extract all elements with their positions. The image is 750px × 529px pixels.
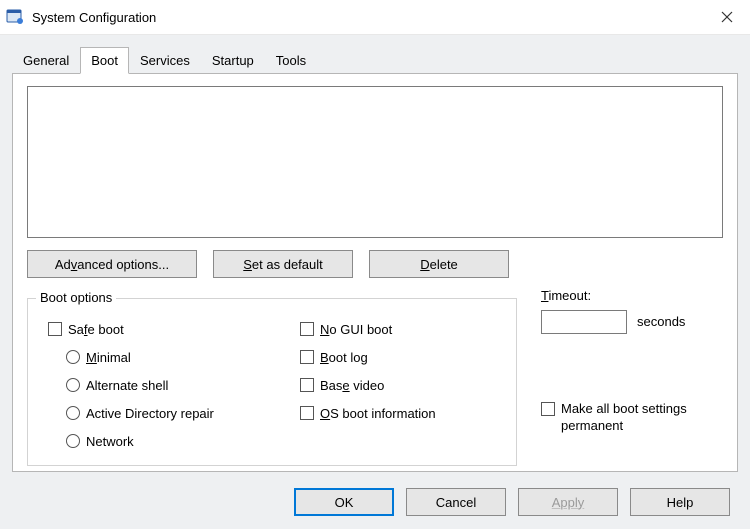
close-button[interactable] <box>704 0 750 34</box>
checkbox-icon <box>541 402 555 416</box>
dialog-client: General Boot Services Startup Tools Adva… <box>0 35 750 529</box>
tab-tools[interactable]: Tools <box>265 48 317 73</box>
tab-services[interactable]: Services <box>129 48 201 73</box>
dialog-buttons: OK Cancel Apply Help <box>294 488 730 516</box>
active-directory-repair-radio[interactable]: Active Directory repair <box>66 399 278 427</box>
apply-button[interactable]: Apply <box>518 488 618 516</box>
timeout-label: Timeout: <box>541 288 591 303</box>
network-radio[interactable]: Network <box>66 427 278 455</box>
base-video-checkbox[interactable]: Base video <box>300 371 510 399</box>
help-button[interactable]: Help <box>630 488 730 516</box>
app-icon <box>6 8 24 26</box>
boot-options-group: Boot options Safe boot Minimal Alternate… <box>27 298 517 466</box>
minimal-radio[interactable]: Minimal <box>66 343 278 371</box>
radio-icon <box>66 406 80 420</box>
cancel-button[interactable]: Cancel <box>406 488 506 516</box>
safe-boot-checkbox[interactable]: Safe boot <box>48 315 278 343</box>
tab-boot[interactable]: Boot <box>80 47 129 74</box>
timeout-input[interactable] <box>541 310 627 334</box>
tab-strip: General Boot Services Startup Tools <box>12 47 738 73</box>
boot-log-checkbox[interactable]: Boot log <box>300 343 510 371</box>
checkbox-icon <box>300 350 314 364</box>
make-permanent-checkbox[interactable]: Make all boot settings permanent <box>541 400 731 434</box>
tab-startup[interactable]: Startup <box>201 48 265 73</box>
radio-icon <box>66 378 80 392</box>
checkbox-icon <box>48 322 62 336</box>
set-as-default-button[interactable]: Set as default <box>213 250 353 278</box>
timeout-unit-label: seconds <box>637 314 685 329</box>
os-boot-info-checkbox[interactable]: OS boot information <box>300 399 510 427</box>
boot-options-legend: Boot options <box>36 290 116 305</box>
no-gui-boot-checkbox[interactable]: No GUI boot <box>300 315 510 343</box>
radio-icon <box>66 350 80 364</box>
tab-general[interactable]: General <box>12 48 80 73</box>
boot-options-col2: No GUI boot Boot log Base video OS boot … <box>300 315 510 427</box>
boot-options-col1: Safe boot Minimal Alternate shell Active… <box>48 315 278 455</box>
checkbox-icon <box>300 378 314 392</box>
title-bar: System Configuration <box>0 0 750 35</box>
checkbox-icon <box>300 322 314 336</box>
checkbox-icon <box>300 406 314 420</box>
ok-button[interactable]: OK <box>294 488 394 516</box>
boot-tab-page: Advanced options... Set as default Delet… <box>12 73 738 472</box>
boot-entries-list[interactable] <box>27 86 723 238</box>
window-title: System Configuration <box>32 10 156 25</box>
alternate-shell-radio[interactable]: Alternate shell <box>66 371 278 399</box>
delete-button[interactable]: Delete <box>369 250 509 278</box>
radio-icon <box>66 434 80 448</box>
advanced-options-button[interactable]: Advanced options... <box>27 250 197 278</box>
